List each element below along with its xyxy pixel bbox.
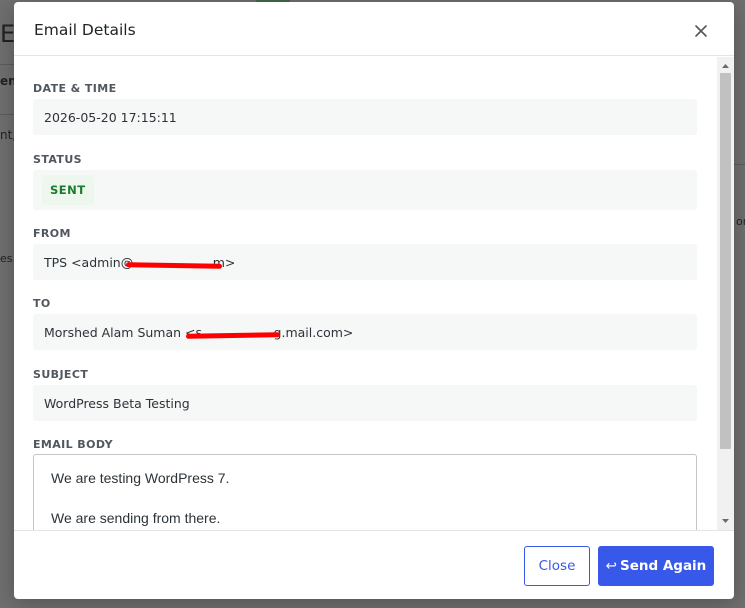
modal-header: Email Details bbox=[14, 2, 734, 56]
scroll-up-arrow-icon[interactable] bbox=[717, 59, 734, 73]
background-divider bbox=[0, 64, 14, 65]
redaction-mark bbox=[125, 261, 223, 269]
background-divider bbox=[0, 114, 14, 115]
to-value: Morshed Alam Suman <s g.mail.com> bbox=[44, 325, 353, 340]
from-value: TPS <admin@ m> bbox=[44, 255, 235, 270]
subject-field: WordPress Beta Testing bbox=[33, 385, 697, 421]
send-again-label: Send Again bbox=[619, 558, 707, 574]
from-label: FROM bbox=[33, 227, 71, 240]
scroll-down-arrow-icon[interactable] bbox=[717, 514, 734, 528]
status-field: SENT bbox=[33, 170, 697, 210]
subject-label: SUBJECT bbox=[33, 368, 89, 381]
modal-footer: Close ↩ Send Again bbox=[14, 530, 734, 599]
scrollbar-thumb[interactable] bbox=[720, 73, 731, 449]
modal-scrollbar[interactable] bbox=[717, 57, 734, 530]
from-field: TPS <admin@ m> bbox=[33, 244, 697, 280]
modal-title: Email Details bbox=[34, 21, 136, 39]
send-again-button[interactable]: ↩ Send Again bbox=[598, 546, 714, 586]
redaction-mark bbox=[185, 331, 281, 339]
datetime-label: DATE & TIME bbox=[33, 82, 117, 95]
email-body-paragraph: We are testing WordPress 7. bbox=[51, 470, 230, 486]
modal-body[interactable]: DATE & TIME 2026-05-20 17:15:11 STATUS S… bbox=[14, 57, 734, 530]
email-body-content[interactable]: We are testing WordPress 7. We are sendi… bbox=[33, 454, 697, 530]
datetime-value: 2026-05-20 17:15:11 bbox=[44, 109, 177, 125]
to-field: Morshed Alam Suman <s g.mail.com> bbox=[33, 314, 697, 350]
status-badge: SENT bbox=[42, 175, 94, 205]
background-divider bbox=[734, 164, 745, 165]
close-icon[interactable] bbox=[692, 22, 710, 40]
reply-arrow-icon: ↩ bbox=[605, 558, 617, 574]
close-button[interactable]: Close bbox=[524, 546, 590, 586]
datetime-field: 2026-05-20 17:15:11 bbox=[33, 99, 697, 135]
background-text-fragment-right: on bbox=[736, 215, 745, 228]
email-body-label: EMAIL BODY bbox=[33, 438, 113, 451]
email-body-paragraph: We are sending from there. bbox=[51, 510, 221, 526]
subject-value: WordPress Beta Testing bbox=[44, 395, 190, 411]
status-label: STATUS bbox=[33, 153, 82, 166]
email-details-modal: Email Details DATE & TIME 2026-05-20 17:… bbox=[14, 2, 734, 599]
to-label: TO bbox=[33, 297, 51, 310]
